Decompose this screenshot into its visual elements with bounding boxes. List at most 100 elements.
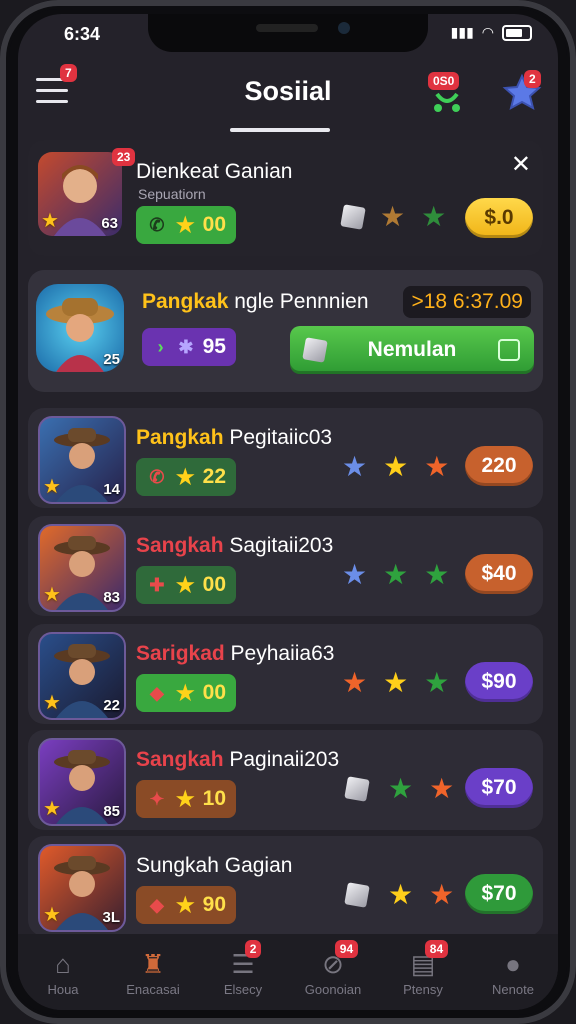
green-star-icon: ★ <box>424 559 450 590</box>
player-card[interactable]: ★ 14 Pangkah Pegitaiic03 ✆ ★ 22 ★ ★ ★ 220 <box>28 408 543 508</box>
player-name: Sangkah Paginaii203 <box>136 748 340 771</box>
status-time: 6:34 <box>64 24 101 44</box>
player-pill-value: 10 <box>202 787 226 810</box>
player-avatar[interactable]: ★ 85 <box>38 738 126 826</box>
player-price-button[interactable]: 220 <box>465 446 533 486</box>
avatar-star-icon: ★ <box>43 584 61 606</box>
player-card[interactable]: ★ 3L Sungkah Gagian ◆ ★ 90 ★ ★ $70 <box>28 836 543 936</box>
player-price-button[interactable]: $40 <box>465 554 533 594</box>
featured-price-button[interactable]: $.0 <box>465 198 533 238</box>
close-icon[interactable]: ✕ <box>511 150 531 179</box>
player-name: Sangkah Sagitaii203 <box>136 534 334 557</box>
player-gems: ★ ★ <box>342 880 454 910</box>
player-pill: ✆ ★ 22 <box>136 458 236 496</box>
phone-icon: ✆ <box>149 466 165 487</box>
app-screen: 6:34 ▮▮▮ ◠ 7 Sosiial 0S0 2 ★ 63 23 Dienk… <box>18 14 558 1010</box>
save-icon <box>498 339 520 361</box>
nav-label: Enacasai <box>126 982 180 997</box>
player-price-button[interactable]: $90 <box>465 662 533 702</box>
phone-icon: ✆ <box>149 214 165 235</box>
player-avatar[interactable]: ★ 14 <box>38 416 126 504</box>
nav-item-enacasai[interactable]: ♜ Enacasai <box>108 934 198 1010</box>
pill-star-icon: ★ <box>175 681 195 705</box>
nav-item-nenote[interactable]: ● Nenote <box>468 934 558 1010</box>
notch <box>148 14 428 52</box>
nav-item-goonoian[interactable]: ⊘ Goonoian 94 <box>288 934 378 1010</box>
player-card[interactable]: ★ 83 Sangkah Sagitaii203 ✚ ★ 00 ★ ★ ★ $40 <box>28 516 543 616</box>
promo-level: 25 <box>103 351 120 368</box>
bottom-nav: ⌂ Houa ♜ Enacasai ☰ Elsecy 2 ⊘ Goonoian 94 ▤ Ptensy… <box>18 934 558 1010</box>
promo-name: Pangkak ngle Pennnien <box>142 290 369 313</box>
featured-pill-value: 00 <box>202 213 226 236</box>
candy-icon: ✚ <box>149 574 165 595</box>
page-title: Sosiial <box>244 76 332 106</box>
player-card[interactable]: ★ 85 Sangkah Paginaii203 ✦ ★ 10 ★ ★ $70 <box>28 730 543 830</box>
promo-card[interactable]: 25 Pangkak ngle Pennnien >18 6:37.09 › ✱… <box>28 270 543 392</box>
player-level: 85 <box>103 803 120 820</box>
player-level: 22 <box>103 697 120 714</box>
featured-gems: ★ ★ <box>340 201 447 232</box>
avatar-star-icon: ★ <box>43 692 61 714</box>
player-gems: ★ ★ <box>342 774 454 804</box>
pill-star-icon: ★ <box>175 465 195 489</box>
player-level: 83 <box>103 589 120 606</box>
player-name: Sungkah Gagian <box>136 854 293 877</box>
player-pill: ◆ ★ 00 <box>136 674 236 712</box>
player-avatar[interactable]: ★ 22 <box>38 632 126 720</box>
blue-star-icon: ★ <box>342 451 368 482</box>
gem-icon: ◆ <box>149 682 164 703</box>
avatar-star-icon: ★ <box>43 904 61 926</box>
green-star-icon: ★ <box>388 773 414 804</box>
green-star-icon: ★ <box>424 667 450 698</box>
bronze-star-icon: ★ <box>380 201 406 232</box>
player-card[interactable]: ★ 22 Sarigkad Peyhaiia63 ◆ ★ 00 ★ ★ ★ $90 <box>28 624 543 724</box>
nav-item-elsecy[interactable]: ☰ Elsecy 2 <box>198 934 288 1010</box>
avatar-level: 63 <box>101 215 118 232</box>
player-avatar[interactable]: ★ 3L <box>38 844 126 932</box>
featured-name: Dienkeat Ganian <box>136 160 293 183</box>
nav-label: Houa <box>47 982 79 997</box>
promo-button-label: Nemulan <box>367 338 457 361</box>
green-star-icon: ★ <box>421 201 447 232</box>
promo-avatar[interactable]: 25 <box>36 284 124 372</box>
home-icon: ⌂ <box>55 948 71 979</box>
green-star-icon: ★ <box>383 559 409 590</box>
player-price-button[interactable]: $70 <box>465 768 533 808</box>
player-pill-value: 00 <box>202 573 226 596</box>
orange-star-icon: ★ <box>424 451 450 482</box>
nav-item-ptensy[interactable]: ▤ Ptensy 84 <box>378 934 468 1010</box>
favorites-badge: 2 <box>524 70 541 88</box>
favorites-button[interactable]: 2 <box>502 70 542 112</box>
nav-badge: 94 <box>334 940 359 958</box>
nav-item-houa[interactable]: ⌂ Houa <box>18 934 108 1010</box>
controller-badge: 0S0 <box>428 72 460 90</box>
orange-star-icon: ★ <box>429 773 455 804</box>
promo-timer: >18 6:37.09 <box>403 286 531 318</box>
yellow-star-icon: ★ <box>383 667 409 698</box>
title-underline <box>230 128 330 132</box>
promo-action-button[interactable]: Nemulan <box>290 326 534 374</box>
battery-icon <box>502 24 532 41</box>
blue-star-icon: ★ <box>342 559 368 590</box>
shield-icon: ✦ <box>149 788 165 809</box>
featured-subtitle: Sepuatiorn <box>138 186 206 202</box>
nav-label: Goonoian <box>304 982 362 997</box>
player-gems: ★ ★ ★ <box>342 560 449 590</box>
featured-card[interactable]: ★ 63 23 Dienkeat Ganian Sepuatiorn ✆ ★ 0… <box>28 140 543 256</box>
player-level: 3L <box>102 909 120 926</box>
cube-icon <box>344 776 370 802</box>
player-price-button[interactable]: $70 <box>465 874 533 914</box>
cube-icon <box>302 337 328 363</box>
pill-star-icon: ★ <box>175 573 195 597</box>
signal-icon: ▮▮▮ <box>450 24 474 40</box>
cube-icon <box>344 882 370 908</box>
player-avatar[interactable]: ★ 83 <box>38 524 126 612</box>
nav-label: Elsecy <box>223 982 263 997</box>
avatar-star-icon: ★ <box>43 476 61 498</box>
nav-label: Ptensy <box>403 982 443 997</box>
player-pill: ◆ ★ 90 <box>136 886 236 924</box>
avatar-star-icon: ★ <box>43 798 61 820</box>
phone-frame: 6:34 ▮▮▮ ◠ 7 Sosiial 0S0 2 ★ 63 23 Dienk… <box>0 0 576 1024</box>
controller-button[interactable]: 0S0 <box>428 72 462 114</box>
featured-avatar[interactable]: ★ 63 <box>38 152 122 236</box>
